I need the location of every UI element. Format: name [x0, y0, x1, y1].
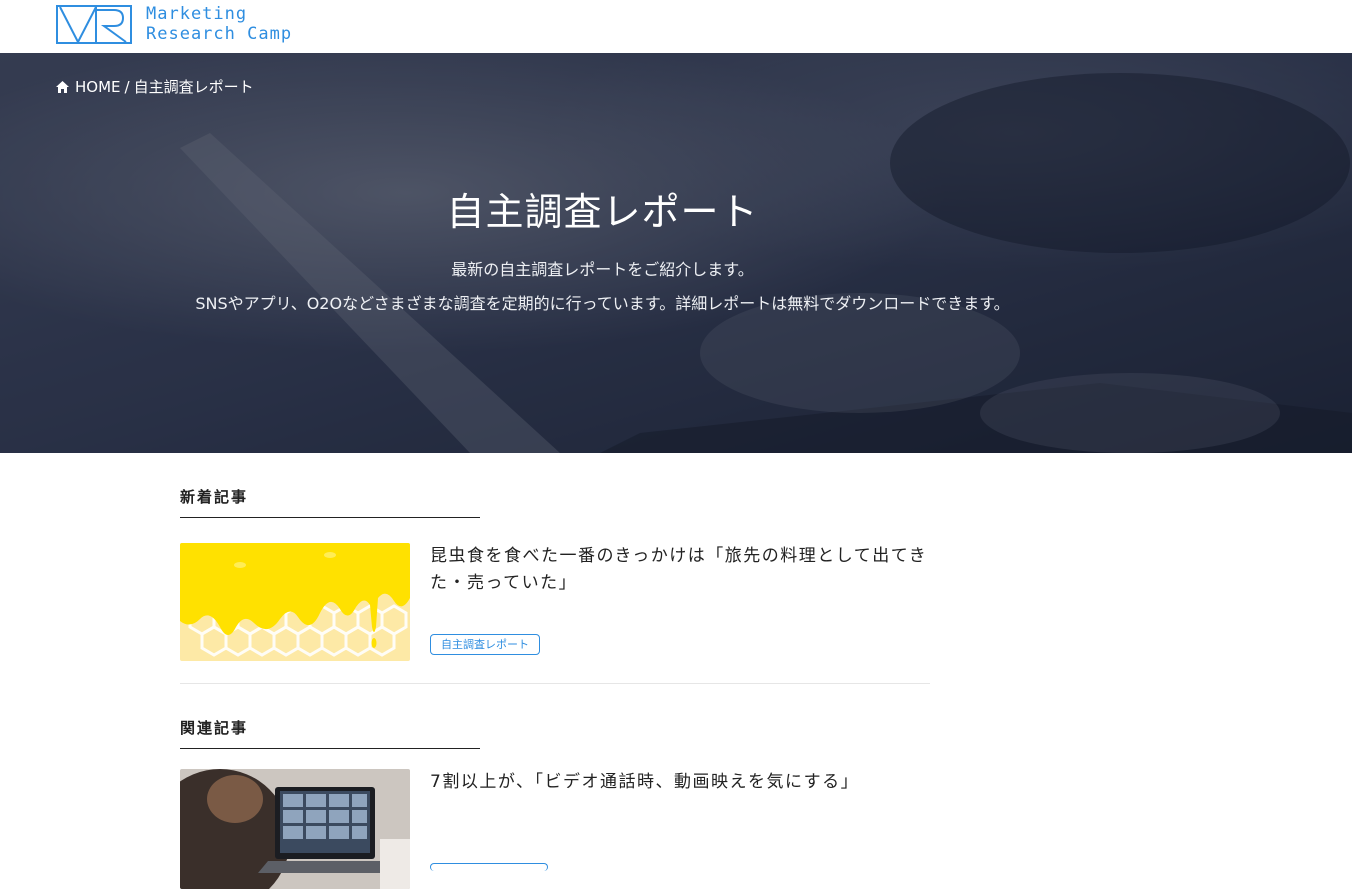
site-logo[interactable]: Marketing Research Camp [56, 4, 292, 44]
page-description: 最新の自主調査レポートをご紹介します。 SNSやアプリ、O2Oなどさまざまな調査… [0, 253, 1205, 321]
breadcrumb-separator: / [124, 77, 130, 96]
logo-text: Marketing Research Camp [146, 4, 292, 44]
honey-thumbnail-image [180, 543, 410, 661]
home-icon [56, 80, 69, 93]
category-tag[interactable]: 自主調査レポート [430, 634, 540, 655]
logo-mark-icon [56, 4, 132, 44]
breadcrumb-current: 自主調査レポート [133, 78, 254, 96]
description-line-1: 最新の自主調査レポートをご紹介します。 [451, 260, 754, 279]
article-title-link[interactable]: 7割以上が、「ビデオ通話時、動画映えを気にする」 [430, 769, 930, 796]
article-card[interactable]: 7割以上が、「ビデオ通話時、動画映えを気にする」 [180, 769, 930, 889]
breadcrumb: HOME / 自主調査レポート [56, 76, 254, 97]
article-body: 昆虫食を食べた一番のきっかけは「旅先の料理として出てきた・売っていた」 自主調査… [430, 543, 930, 683]
section-heading-new: 新着記事 [180, 486, 480, 518]
article-thumbnail[interactable] [180, 543, 410, 661]
article-card[interactable]: 昆虫食を食べた一番のきっかけは「旅先の料理として出てきた・売っていた」 自主調査… [180, 543, 930, 684]
logo-line-2: Research Camp [146, 24, 293, 44]
category-tag[interactable] [430, 863, 548, 871]
breadcrumb-home-link[interactable]: HOME [75, 78, 121, 96]
article-title-link[interactable]: 昆虫食を食べた一番のきっかけは「旅先の料理として出てきた・売っていた」 [430, 543, 930, 597]
description-line-2: SNSやアプリ、O2Oなどさまざまな調査を定期的に行っています。詳細レポートは無… [195, 294, 1010, 313]
article-body: 7割以上が、「ビデオ通話時、動画映えを気にする」 [430, 769, 930, 889]
page-title: 自主調査レポート [446, 190, 759, 234]
hero-banner: HOME / 自主調査レポート 自主調査レポート 最新の自主調査レポートをご紹介… [0, 53, 1352, 453]
article-thumbnail[interactable] [180, 769, 410, 889]
video-call-thumbnail-image [180, 769, 410, 889]
logo-line-1: Marketing [146, 4, 248, 24]
section-heading-related: 関連記事 [180, 717, 480, 749]
site-header: Marketing Research Camp [0, 0, 1352, 53]
